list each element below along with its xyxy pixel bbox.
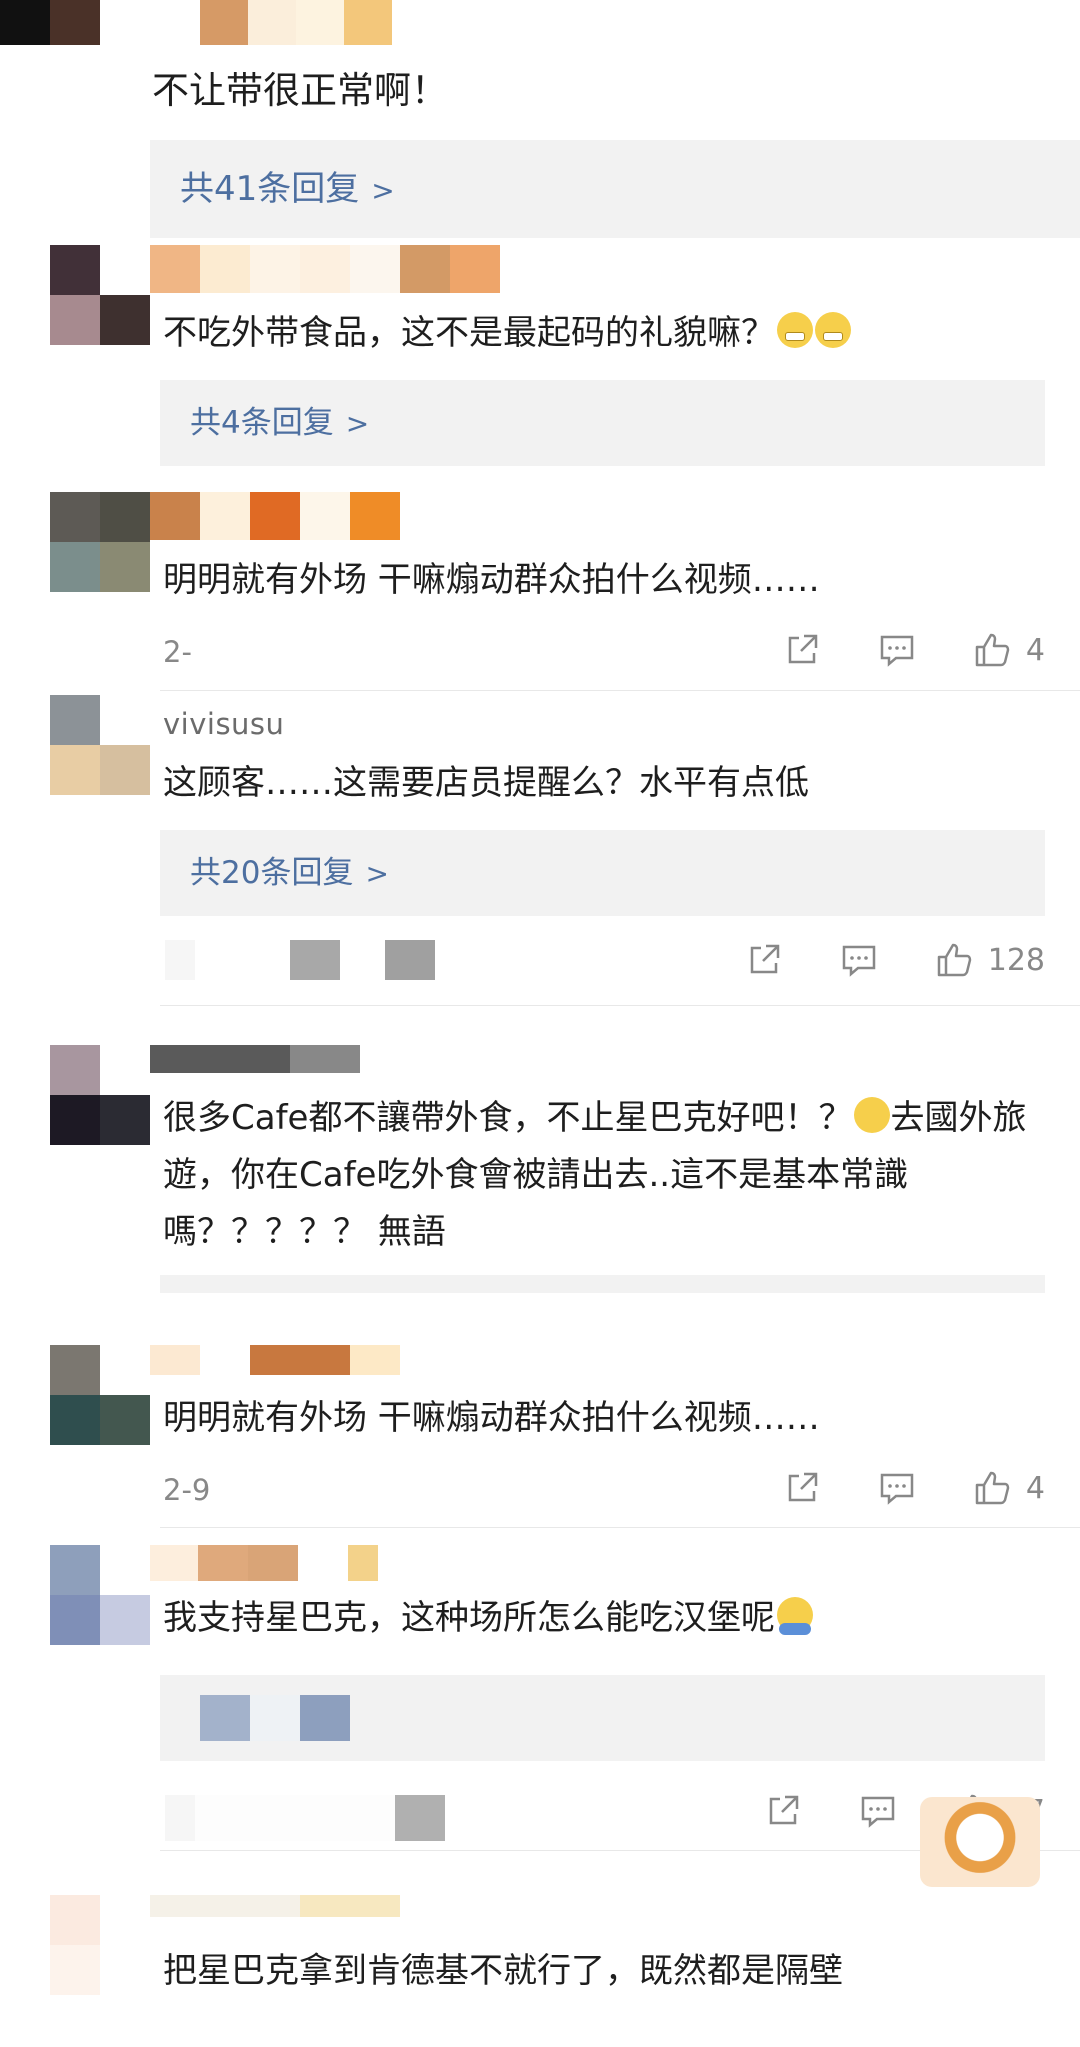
comment-text: 我支持星巴克，这种场所怎么能吃汉堡呢: [163, 1590, 1043, 1647]
comment-text: 不吃外带食品，这不是最起码的礼貌嘛？: [163, 305, 1043, 362]
divider: [160, 1005, 1080, 1006]
username-blurred: [150, 1345, 400, 1375]
avatar[interactable]: [50, 492, 150, 592]
comment-text: 明明就有外场 干嘛煽动群众拍什么视频……: [163, 560, 820, 600]
reply-box[interactable]: 共41条回复 >: [150, 140, 1080, 238]
avatar[interactable]: [50, 1545, 150, 1645]
comment-date: 2-9: [163, 1473, 211, 1507]
username-blurred: [150, 492, 400, 540]
comment-button[interactable]: [877, 630, 917, 670]
comment-actions: 128: [744, 930, 1045, 990]
avatar[interactable]: [50, 695, 150, 795]
share-button[interactable]: [763, 1791, 803, 1831]
date-blurred: [165, 1795, 445, 1841]
comment-icon: [861, 1796, 895, 1828]
username-blurred: [150, 1045, 360, 1073]
reply-box[interactable]: 共4条回复 >: [160, 380, 1045, 466]
comment-text: 不让带很正常啊！: [152, 69, 448, 112]
share-button[interactable]: [782, 630, 822, 670]
share-button[interactable]: [782, 1468, 822, 1508]
grin-emoji-icon: [777, 312, 813, 348]
new-year-badge-icon: [920, 1797, 1040, 1887]
reply-box[interactable]: [160, 1675, 1045, 1761]
comment-text: 明明就有外场 干嘛煽动群众拍什么视频……: [163, 1398, 820, 1438]
username-blurred: [150, 1545, 378, 1581]
share-icon: [788, 634, 818, 664]
share-icon: [769, 1795, 799, 1825]
reply-blurred: [200, 1695, 350, 1741]
thumbs-up-icon: [975, 1471, 1010, 1505]
like-button[interactable]: 4: [972, 1468, 1045, 1508]
avatar[interactable]: [50, 1345, 150, 1445]
share-icon: [788, 1472, 818, 1502]
comment-text: 把星巴克拿到肯德基不就行了，既然都是隔壁: [163, 1951, 843, 1991]
comment-text: 很多Cafe都不讓帶外食，不止星巴克好吧！？ 去國外旅遊，你在Cafe吃外食會被請…: [163, 1097, 1027, 1252]
chevron-right-icon: >: [371, 174, 395, 207]
like-count: 4: [1025, 632, 1045, 668]
like-count: 128: [987, 942, 1045, 978]
comment-button[interactable]: [877, 1468, 917, 1508]
like-button[interactable]: 4: [972, 630, 1045, 670]
reply-box[interactable]: [160, 1275, 1045, 1293]
like-count: 4: [1025, 1470, 1045, 1506]
comment-icon: [880, 635, 914, 667]
grin-emoji-icon: [854, 1097, 891, 1133]
comment-actions: 4: [782, 620, 1045, 680]
thumbs-up-icon: [975, 633, 1010, 667]
username[interactable]: vivisusu: [163, 707, 284, 741]
chevron-right-icon: >: [365, 857, 389, 890]
avatar[interactable]: [0, 0, 100, 45]
share-icon: [750, 944, 779, 974]
comment-text: 这顾客……这需要店员提醒么？水平有点低: [163, 763, 809, 803]
thumbs-up-icon: [937, 943, 971, 977]
date-blurred: [165, 940, 435, 980]
comment-button[interactable]: [839, 940, 879, 980]
avatar[interactable]: [50, 1895, 150, 1995]
divider: [160, 690, 1080, 691]
comment-date: 2-: [163, 635, 192, 669]
reply-count-link[interactable]: 共4条回复 >: [190, 380, 369, 467]
reply-count-link[interactable]: 共20条回复 >: [190, 830, 389, 917]
chevron-right-icon: >: [345, 407, 370, 440]
reply-count-link[interactable]: 共41条回复 >: [180, 140, 395, 240]
comment-icon: [880, 1473, 914, 1505]
shrug-emoji-icon: [777, 1597, 813, 1635]
like-button[interactable]: 128: [934, 940, 1045, 980]
comment-icon: [842, 945, 875, 977]
avatar[interactable]: [50, 1045, 150, 1145]
reply-box[interactable]: 共20条回复 >: [160, 830, 1045, 916]
comment-actions: 4: [782, 1458, 1045, 1518]
grin-emoji-icon: [815, 312, 851, 348]
username-blurred: [200, 0, 392, 45]
username-blurred: [150, 245, 500, 293]
share-button[interactable]: [744, 940, 784, 980]
divider: [160, 1527, 1080, 1528]
avatar[interactable]: [50, 245, 150, 345]
comment-button[interactable]: [858, 1791, 898, 1831]
username-blurred: [150, 1895, 400, 1917]
